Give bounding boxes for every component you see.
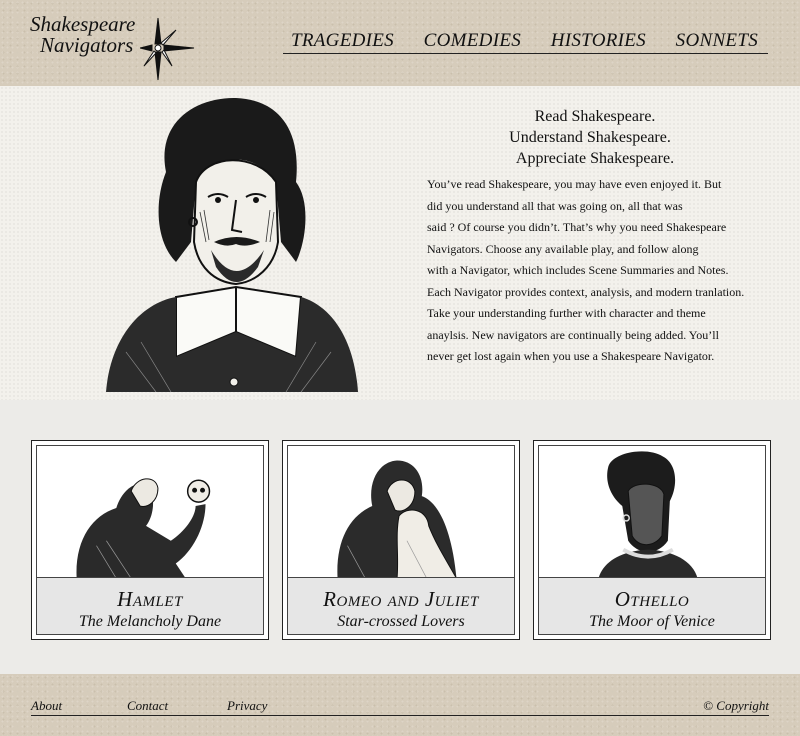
site-footer: About Contact Privacy © Copyright bbox=[0, 674, 800, 736]
intro-line: never get lost again when you use a Shak… bbox=[427, 349, 715, 363]
play-title: Romeo and Juliet bbox=[323, 587, 479, 611]
play-card-othello[interactable]: Othello The Moor of Venice bbox=[533, 440, 771, 640]
tagline-read: Read Shakespeare. bbox=[534, 108, 656, 125]
nav-sonnets[interactable]: SONNETS bbox=[676, 30, 758, 53]
intro-line: Navigators. Choose any available play, a… bbox=[427, 241, 699, 256]
footer-privacy-link[interactable]: Privacy bbox=[227, 698, 267, 714]
site-logo[interactable]: Shakespeare Navigators bbox=[30, 14, 135, 56]
intro-line: Take your understanding further with cha… bbox=[427, 306, 706, 320]
intro-line: anaylsis. New navigators are continually… bbox=[427, 327, 719, 342]
hero-section: Read Shakespeare. Understand Shakespeare… bbox=[0, 86, 800, 400]
card-caption: Romeo and Juliet Star-crossed Lovers bbox=[288, 577, 514, 634]
shakespeare-portrait bbox=[106, 97, 358, 393]
intro-paragraph: You’ve read Shakespeare, you may have ev… bbox=[427, 174, 789, 368]
tagline-understand: Understand Shakespeare. bbox=[509, 129, 671, 146]
nav-comedies[interactable]: COMEDIES bbox=[424, 30, 521, 53]
footer-copyright-link[interactable]: © Copyright bbox=[703, 698, 769, 714]
card-frame: Othello The Moor of Venice bbox=[538, 445, 766, 635]
play-title: Hamlet bbox=[117, 587, 183, 611]
intro-line: did you understand all that was going on… bbox=[427, 198, 683, 213]
card-caption: Hamlet The Melancholy Dane bbox=[37, 577, 263, 634]
card-caption: Othello The Moor of Venice bbox=[539, 577, 765, 634]
othello-illustration bbox=[598, 451, 698, 579]
card-frame: Hamlet The Melancholy Dane bbox=[36, 445, 264, 635]
logo-line-1: Shakespeare bbox=[30, 12, 136, 36]
tagline-appreciate: Appreciate Shakespeare. bbox=[515, 150, 675, 167]
play-subtitle: The Melancholy Dane bbox=[78, 613, 222, 630]
intro-line: Each Navigator provides context, analysi… bbox=[427, 284, 745, 299]
footer-nav: About Contact Privacy © Copyright bbox=[31, 698, 769, 716]
footer-about-link[interactable]: About bbox=[31, 698, 62, 714]
nav-tragedies[interactable]: TRAGEDIES bbox=[291, 30, 394, 53]
romeo-juliet-illustration bbox=[337, 460, 458, 579]
play-card-hamlet[interactable]: Hamlet The Melancholy Dane bbox=[31, 440, 269, 640]
intro-line: You’ve read Shakespeare, you may have ev… bbox=[427, 177, 722, 191]
footer-contact-link[interactable]: Contact bbox=[127, 698, 168, 714]
intro-line: said ? Of course you didn’t. That’s why … bbox=[427, 220, 727, 234]
main-nav: TRAGEDIES COMEDIES HISTORIES SONNETS bbox=[283, 30, 768, 54]
logo-line-2: Navigators bbox=[40, 33, 134, 57]
play-subtitle: Star-crossed Lovers bbox=[337, 613, 465, 630]
hero-tagline: Read Shakespeare. Understand Shakespeare… bbox=[430, 106, 750, 169]
play-subtitle: The Moor of Venice bbox=[589, 613, 715, 630]
card-frame: Romeo and Juliet Star-crossed Lovers bbox=[287, 445, 515, 635]
site-header: Shakespeare Navigators TRAGEDIES COMEDIE… bbox=[0, 0, 800, 86]
play-title: Othello bbox=[614, 587, 690, 611]
compass-rose-icon bbox=[140, 17, 195, 81]
hamlet-illustration bbox=[76, 478, 211, 579]
intro-line: with a Navigator, which includes Scene S… bbox=[427, 263, 729, 277]
play-card-romeo-and-juliet[interactable]: Romeo and Juliet Star-crossed Lovers bbox=[282, 440, 520, 640]
nav-histories[interactable]: HISTORIES bbox=[551, 30, 646, 53]
